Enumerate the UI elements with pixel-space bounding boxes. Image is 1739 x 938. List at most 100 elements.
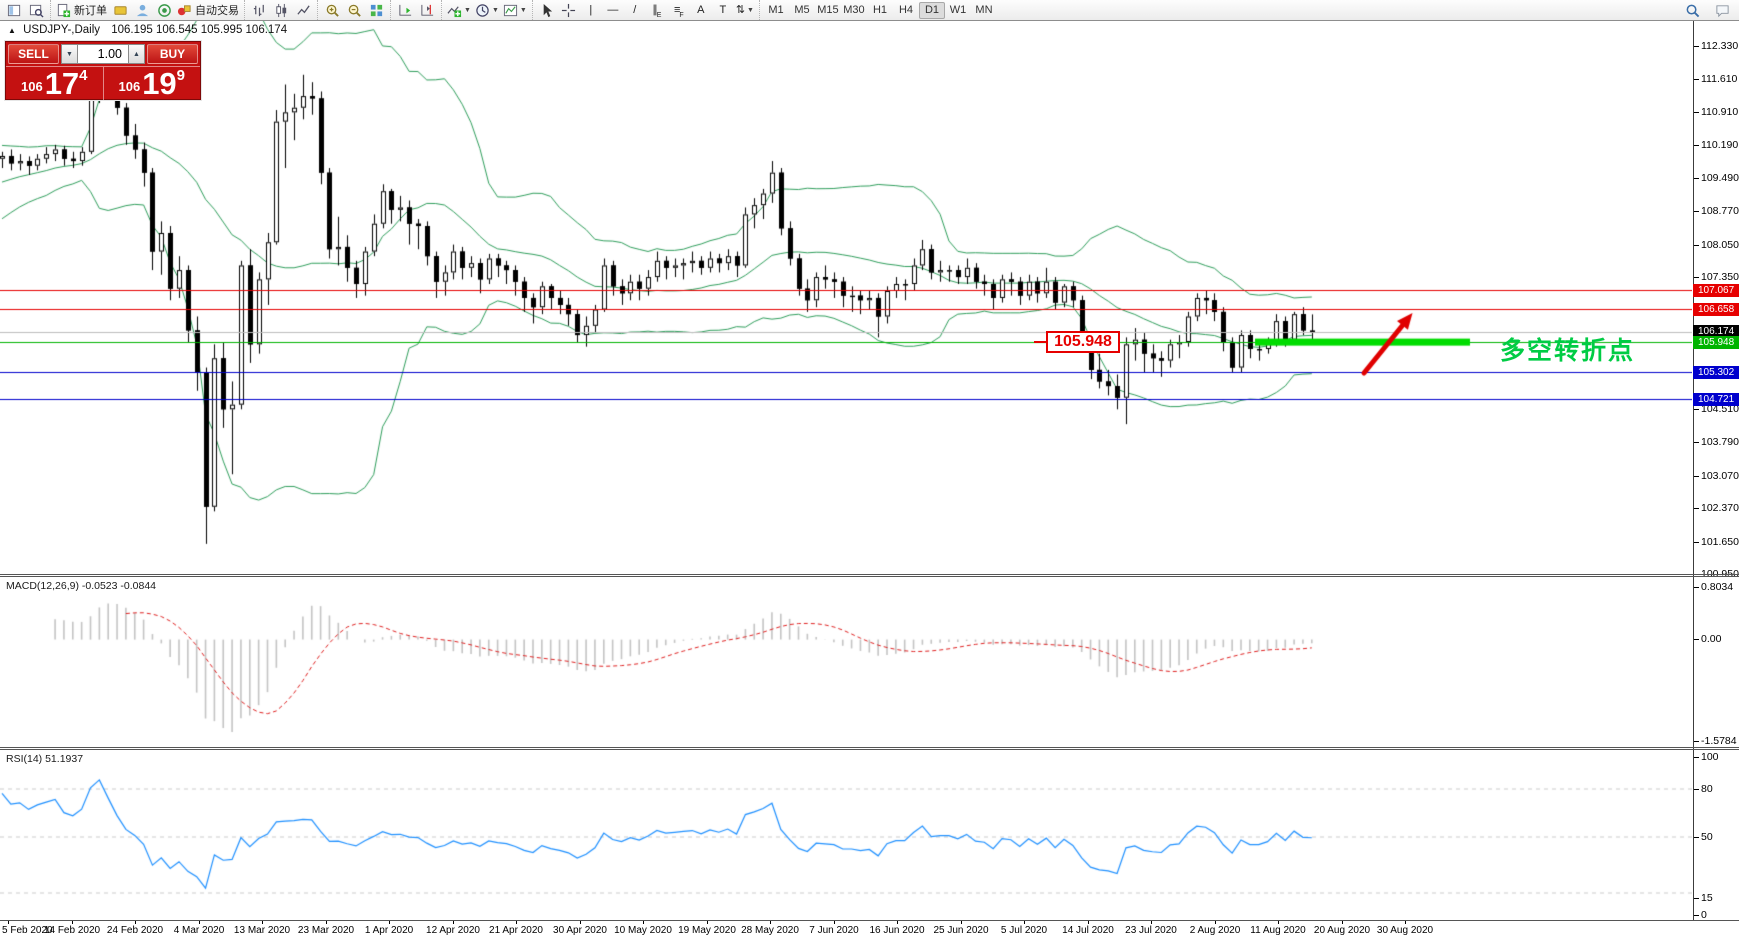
toolbar: 新订单 自动交易 ▼ ▼ ▼ | — / ∥ E ≡ F A T ⇅ ▼ M1 M5 M15 M30 H1 H4 D1 W1 M… — [0, 0, 1739, 21]
date-tick-mark — [135, 921, 136, 924]
timeframe-button-m5[interactable]: M5 — [789, 2, 815, 19]
date-tick-mark — [1151, 921, 1152, 924]
scale-tick-mark — [1694, 587, 1699, 588]
horizontal-line-icon[interactable]: — — [602, 1, 624, 19]
new-order-button[interactable]: 新订单 — [54, 1, 109, 19]
scale-tick-mark — [1694, 915, 1699, 916]
timeframe-button-m30[interactable]: M30 — [841, 2, 867, 19]
timeframe-button-mn[interactable]: MN — [971, 2, 997, 19]
indicators-icon[interactable]: ▼ — [445, 1, 473, 19]
scale-tick-mark — [1694, 178, 1699, 179]
text-label-icon[interactable]: T — [712, 1, 734, 19]
scale-tick-mark — [1694, 542, 1699, 543]
sell-price-big: 17 — [44, 66, 80, 101]
market-watch-icon[interactable] — [3, 1, 25, 19]
scale-tick-mark — [1694, 112, 1699, 113]
sell-button[interactable]: SELL — [8, 44, 59, 64]
buy-price[interactable]: 106 19 9 — [104, 67, 201, 100]
date-label: 11 Aug 2020 — [1250, 925, 1306, 936]
pane-splitter[interactable] — [0, 574, 1739, 575]
date-tick-mark — [897, 921, 898, 924]
date-label: 23 Jul 2020 — [1125, 925, 1177, 936]
macd-label: MACD(12,26,9) -0.0523 -0.0844 — [6, 580, 156, 592]
text-icon[interactable]: A — [690, 1, 712, 19]
lot-increase-button[interactable]: ▲ — [128, 44, 145, 64]
price-chart-canvas[interactable] — [0, 21, 1692, 574]
date-label: 7 Jun 2020 — [809, 925, 859, 936]
zoom-in-icon[interactable] — [321, 1, 343, 19]
timeframe-button-m1[interactable]: M1 — [763, 2, 789, 19]
zoom-out-icon[interactable] — [343, 1, 365, 19]
timeframe-button-m15[interactable]: M15 — [815, 2, 841, 19]
timeframe-button-h1[interactable]: H1 — [867, 2, 893, 19]
collapse-arrow-icon[interactable]: ▲ — [8, 26, 16, 35]
price-chip-105.302: 105.302 — [1693, 366, 1739, 379]
cursor-icon[interactable] — [536, 1, 558, 19]
macd-canvas[interactable] — [0, 577, 1692, 747]
buy-button[interactable]: BUY — [147, 44, 198, 64]
scale-tick-mark — [1694, 409, 1699, 410]
buy-price-big: 19 — [142, 66, 177, 101]
arrows-icon[interactable]: ⇅ ▼ — [734, 1, 756, 19]
scale-tick-label: -1.5784 — [1701, 735, 1737, 747]
tile-windows-icon[interactable] — [365, 1, 387, 19]
data-window-icon[interactable] — [25, 1, 47, 19]
chat-icon[interactable] — [1711, 1, 1733, 19]
toolbar-right — [1681, 0, 1733, 20]
lot-size-stepper: ▼ 1.00 ▲ — [61, 44, 145, 64]
trendline-icon[interactable]: / — [624, 1, 646, 19]
pane-splitter[interactable] — [0, 747, 1739, 748]
vertical-line-icon[interactable]: | — [580, 1, 602, 19]
date-tick-mark — [1215, 921, 1216, 924]
crosshair-icon[interactable] — [558, 1, 580, 19]
date-tick-mark — [834, 921, 835, 924]
date-label: 13 Mar 2020 — [233, 925, 291, 936]
date-axis[interactable]: 5 Feb 2020 14 Feb 2020 24 Feb 2020 4 Mar 20… — [0, 921, 1739, 938]
timeframe-button-d1[interactable]: D1 — [918, 1, 945, 19]
date-tick-mark — [1024, 921, 1025, 924]
templates-icon[interactable]: ▼ — [501, 1, 529, 19]
candlestick-chart-icon[interactable] — [270, 1, 292, 19]
lot-size-input[interactable]: 1.00 — [78, 44, 128, 64]
scale-tick-label: 100 — [1701, 751, 1719, 763]
date-tick-mark — [199, 921, 200, 924]
fibonacci-icon[interactable]: ≡ F — [668, 1, 690, 19]
expert-advisors-icon[interactable] — [109, 1, 131, 19]
date-label: 25 Jun 2020 — [933, 925, 989, 936]
scale-tick-mark — [1694, 508, 1699, 509]
date-label: 2 Aug 2020 — [1189, 925, 1241, 936]
signals-icon[interactable] — [153, 1, 175, 19]
bar-chart-icon[interactable] — [248, 1, 270, 19]
timeframe-button-h4[interactable]: H4 — [893, 2, 919, 19]
community-icon[interactable] — [131, 1, 153, 19]
timeframe-button-w1[interactable]: W1 — [945, 2, 971, 19]
date-label: 30 Apr 2020 — [553, 925, 607, 936]
rsi-canvas[interactable] — [0, 750, 1692, 920]
scale-tick-label: 108.050 — [1701, 239, 1739, 251]
scale-tick-mark — [1694, 789, 1699, 790]
search-icon[interactable] — [1681, 1, 1703, 19]
timeframe-group: M1 M5 M15 M30 H1 H4 D1 W1 MN — [758, 0, 1000, 20]
pane-splitter[interactable] — [0, 576, 1739, 577]
date-tick-mark — [453, 921, 454, 924]
auto-scroll-icon[interactable] — [394, 1, 416, 19]
lot-decrease-button[interactable]: ▼ — [61, 44, 78, 64]
turning-point-note[interactable]: 多空转折点 — [1500, 331, 1635, 367]
chart-shift-icon[interactable] — [416, 1, 438, 19]
sell-price[interactable]: 106 17 4 — [6, 67, 104, 100]
date-tick-mark — [1342, 921, 1343, 924]
equidistant-channel-icon[interactable]: ∥ E — [646, 1, 668, 19]
autotrading-button[interactable]: 自动交易 — [175, 1, 241, 19]
scale-tick-label: 108.770 — [1701, 205, 1739, 217]
scale-tick-label: 0.00 — [1701, 633, 1722, 645]
mt4-terminal: 新订单 自动交易 ▼ ▼ ▼ | — / ∥ E ≡ F A T ⇅ ▼ M1 M5 M15 M30 H1 H4 D1 W1 M… — [0, 0, 1739, 938]
level-flag-105948[interactable]: 105.948 — [1046, 331, 1120, 353]
scale-tick-mark — [1694, 79, 1699, 80]
date-label: 10 May 2020 — [614, 925, 672, 936]
price-chip-106.658: 106.658 — [1693, 303, 1739, 316]
date-tick-mark — [580, 921, 581, 924]
pane-splitter[interactable] — [0, 749, 1739, 750]
periods-icon[interactable]: ▼ — [473, 1, 501, 19]
line-chart-icon[interactable] — [292, 1, 314, 19]
date-label: 24 Feb 2020 — [106, 925, 164, 936]
